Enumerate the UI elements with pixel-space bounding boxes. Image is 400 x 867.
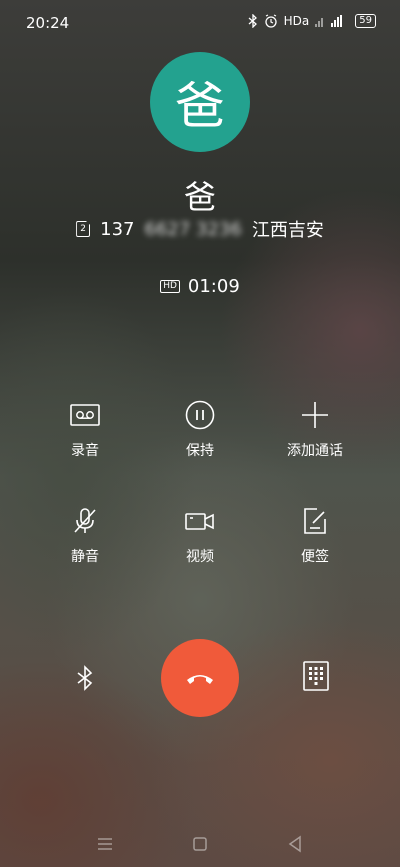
status-icons: HDa 59 — [248, 14, 376, 28]
alarm-icon — [264, 14, 277, 28]
caller-info: 2 137 6627 3236 江西吉安 — [0, 216, 400, 242]
end-call-button[interactable] — [161, 639, 239, 717]
record-icon — [70, 404, 100, 426]
video-icon — [185, 513, 214, 530]
caller-avatar: 爸 — [150, 52, 250, 152]
signal-icon — [315, 15, 343, 27]
video-button[interactable]: 视频 — [140, 506, 260, 566]
menu-icon[interactable] — [95, 834, 115, 854]
home-icon[interactable] — [190, 834, 210, 854]
network-label: HDa — [283, 14, 310, 28]
note-button[interactable]: 便签 — [255, 506, 375, 566]
pause-icon — [185, 400, 215, 430]
caller-name: 爸 — [183, 178, 216, 216]
note-label: 便签 — [301, 549, 329, 565]
back-icon[interactable] — [285, 834, 305, 854]
plus-icon — [302, 402, 328, 428]
hold-button[interactable]: 保持 — [140, 400, 260, 460]
record-button[interactable]: 录音 — [25, 400, 145, 460]
status-bar: 20:24 HDa 59 — [0, 0, 400, 46]
video-label: 视频 — [186, 549, 214, 565]
mute-button[interactable]: 静音 — [25, 506, 145, 566]
sim-card-icon: 2 — [76, 221, 91, 237]
hold-label: 保持 — [186, 443, 214, 459]
dialpad-icon[interactable] — [301, 661, 331, 691]
call-status: HD 01:09 — [0, 276, 400, 297]
phone-number-masked: 6627 3236 — [144, 218, 242, 240]
navigation-bar — [0, 819, 400, 867]
hang-up-icon — [187, 675, 213, 684]
call-duration: 01:09 — [187, 276, 240, 297]
mute-label: 静音 — [71, 549, 99, 565]
bluetooth-icon — [248, 14, 257, 28]
note-icon — [304, 508, 326, 534]
caller-location: 江西吉安 — [251, 220, 324, 241]
mute-mic-icon — [74, 508, 96, 533]
battery-icon: 59 — [355, 14, 376, 28]
hd-voice-icon: HD — [160, 280, 180, 293]
add-call-button[interactable]: 添加通话 — [255, 400, 375, 460]
phone-number-prefix: 137 — [100, 218, 135, 240]
add-call-label: 添加通话 — [287, 443, 343, 459]
bluetooth-icon[interactable] — [70, 663, 100, 693]
record-label: 录音 — [71, 443, 99, 459]
status-time: 20:24 — [26, 14, 70, 32]
